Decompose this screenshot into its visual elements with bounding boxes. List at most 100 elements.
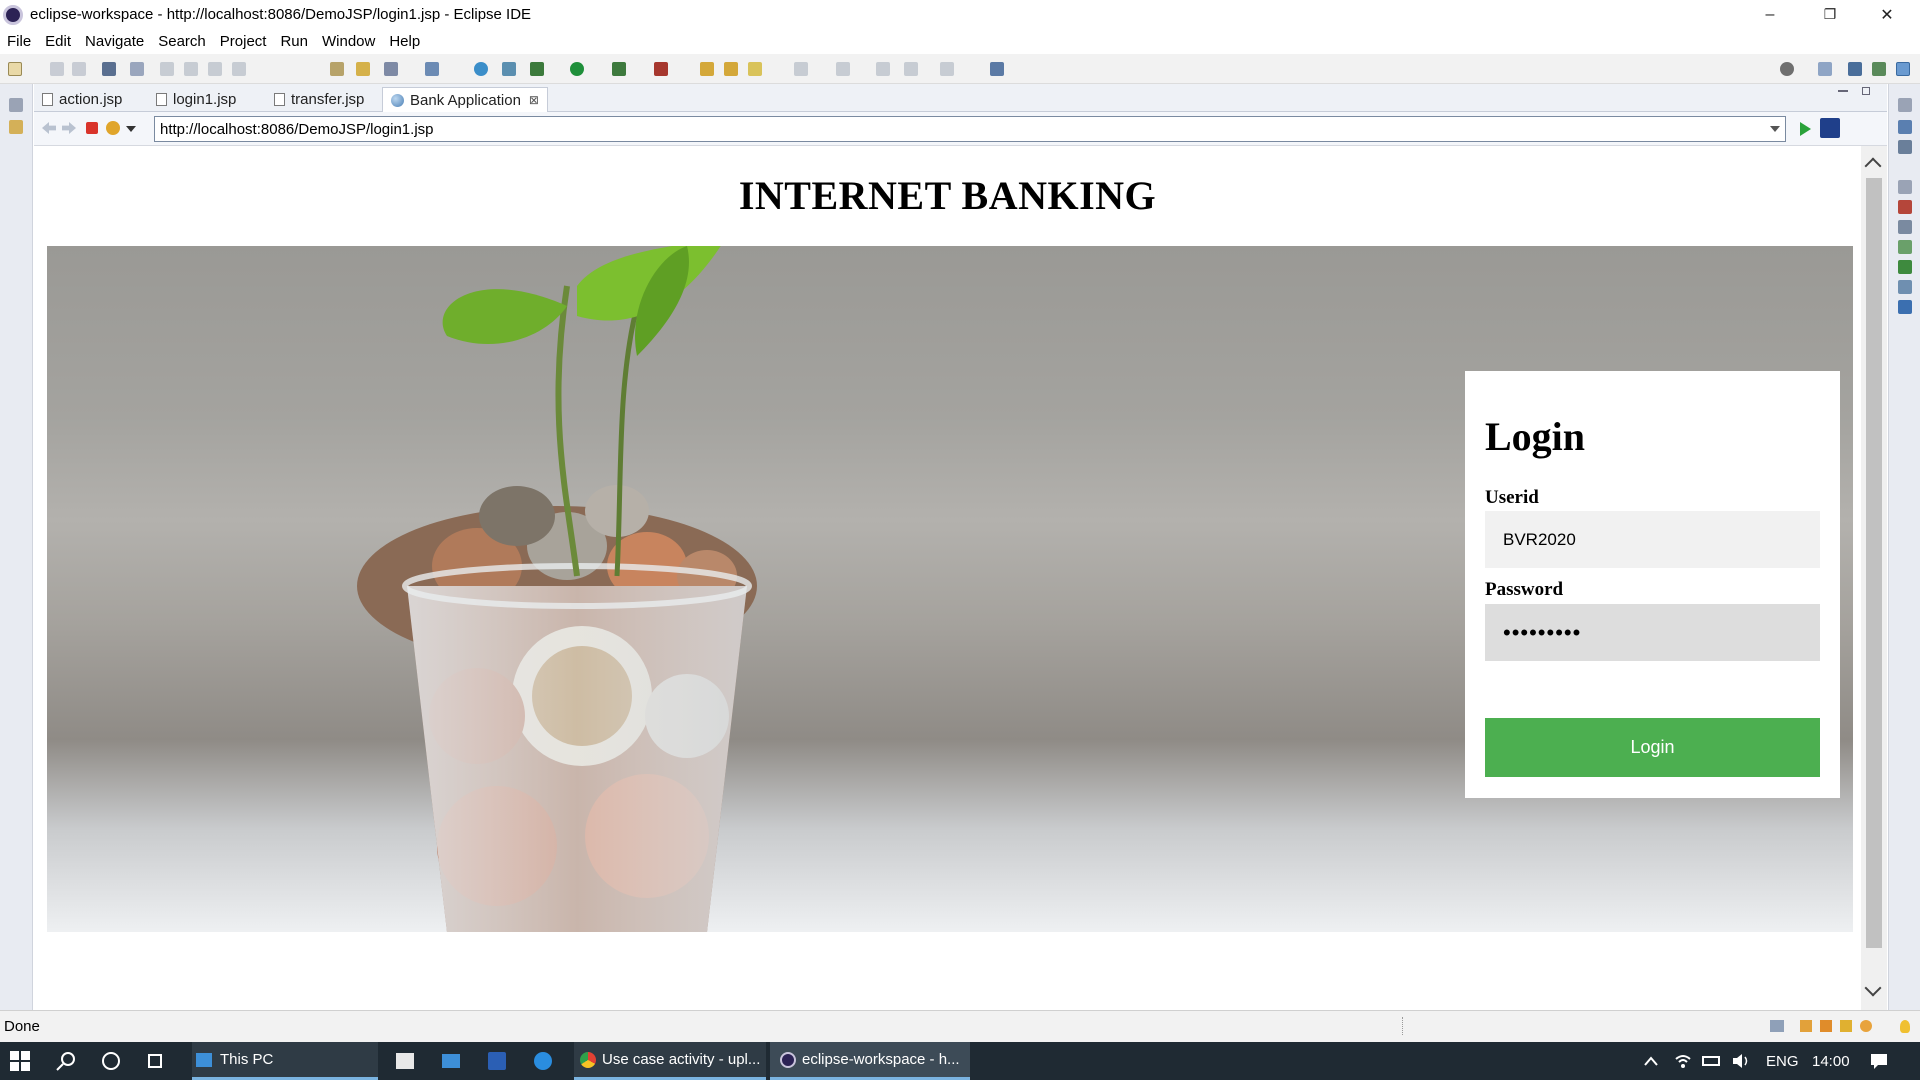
edge-icon[interactable] <box>534 1042 556 1080</box>
tip-bulb-icon[interactable] <box>1900 1020 1910 1033</box>
close-tab-icon[interactable]: ⊠ <box>529 93 539 107</box>
url-input[interactable] <box>154 116 1786 142</box>
clock[interactable]: 14:00 <box>1812 1042 1850 1080</box>
servers-icon[interactable] <box>1898 240 1912 254</box>
last-edit-icon[interactable] <box>876 62 890 76</box>
language-indicator[interactable]: ENG <box>1766 1042 1799 1080</box>
new-server-icon[interactable] <box>425 62 439 76</box>
menu-edit[interactable]: Edit <box>38 33 78 50</box>
skip-breakpoints-icon[interactable] <box>130 62 144 76</box>
notifications-icon[interactable] <box>1870 1042 1890 1080</box>
open-file-icon[interactable] <box>724 62 738 76</box>
chevron-down-icon[interactable] <box>126 126 136 132</box>
previous-annotation-icon[interactable] <box>836 62 850 76</box>
tab-bank-application[interactable]: Bank Application ⊠ <box>382 87 548 112</box>
menu-project[interactable]: Project <box>213 33 274 50</box>
login-button[interactable]: Login <box>1485 718 1820 777</box>
go-icon[interactable] <box>1800 122 1811 136</box>
taskbar-this-pc[interactable]: This PC <box>192 1042 378 1080</box>
terminal-icon[interactable] <box>102 62 116 76</box>
resume-icon[interactable] <box>160 62 174 76</box>
tab-transfer-jsp[interactable]: transfer.jsp <box>266 87 372 112</box>
restore-icon[interactable] <box>1898 98 1912 112</box>
battery-icon[interactable] <box>1702 1042 1722 1080</box>
volume-icon[interactable] <box>1732 1042 1752 1080</box>
hat-icon[interactable] <box>1820 1020 1832 1032</box>
task-view-icon[interactable] <box>145 1042 167 1080</box>
cortana-icon[interactable] <box>101 1042 123 1080</box>
debug-perspective-icon[interactable] <box>1872 62 1886 76</box>
properties-icon[interactable] <box>1898 220 1912 234</box>
back-icon[interactable] <box>904 62 918 76</box>
minimize-view-icon[interactable] <box>1838 90 1848 92</box>
deploy-icon[interactable] <box>502 62 516 76</box>
task-list-icon[interactable] <box>1898 140 1912 154</box>
open-perspective-icon[interactable] <box>1818 62 1832 76</box>
minimize-button[interactable]: – <box>1747 0 1793 29</box>
tab-action-jsp[interactable]: action.jsp <box>34 87 130 112</box>
book-icon[interactable] <box>1800 1020 1812 1032</box>
open-task-icon[interactable] <box>356 62 370 76</box>
close-button[interactable]: ✕ <box>1864 0 1910 29</box>
stop-icon[interactable] <box>86 122 98 134</box>
pencil-icon[interactable] <box>1840 1020 1852 1032</box>
menu-file[interactable]: File <box>0 33 38 50</box>
project-explorer-icon[interactable] <box>9 120 23 134</box>
scrollbar-thumb[interactable] <box>1866 178 1882 948</box>
taskbar-eclipse[interactable]: eclipse-workspace - h... <box>770 1042 970 1080</box>
menu-navigate[interactable]: Navigate <box>78 33 151 50</box>
restore-icon[interactable] <box>9 98 23 112</box>
external-tools-icon[interactable] <box>654 62 668 76</box>
pin-editor-icon[interactable] <box>990 62 1004 76</box>
store-icon[interactable] <box>396 1042 418 1080</box>
scroll-up-icon[interactable] <box>1864 157 1882 175</box>
wifi-icon[interactable] <box>1674 1042 1694 1080</box>
word-icon[interactable] <box>488 1042 510 1080</box>
updates-icon[interactable] <box>1860 1020 1872 1032</box>
taskbar-chrome[interactable]: Use case activity - upl... <box>574 1042 766 1080</box>
disconnect-icon[interactable] <box>232 62 246 76</box>
run-icon[interactable] <box>570 62 584 76</box>
problems-icon[interactable] <box>1898 200 1912 214</box>
data-source-icon[interactable] <box>1898 260 1912 274</box>
terminate-icon[interactable] <box>208 62 222 76</box>
mail-icon[interactable] <box>442 1042 464 1080</box>
menu-run[interactable]: Run <box>273 33 315 50</box>
snippets-icon[interactable] <box>1898 280 1912 294</box>
open-type-icon[interactable] <box>330 62 344 76</box>
web-perspective-icon[interactable] <box>1896 62 1910 76</box>
suspend-icon[interactable] <box>184 62 198 76</box>
menu-search[interactable]: Search <box>151 33 213 50</box>
edit-icon[interactable] <box>748 62 762 76</box>
back-arrow-icon[interactable] <box>42 122 56 134</box>
restore-icon[interactable] <box>1898 180 1912 194</box>
forward-arrow-icon[interactable] <box>62 122 76 134</box>
restore-button[interactable]: ❐ <box>1807 0 1853 29</box>
windows-start-icon[interactable] <box>10 1042 34 1080</box>
chevron-up-icon[interactable] <box>1644 1042 1662 1080</box>
menu-window[interactable]: Window <box>315 33 382 50</box>
maximize-view-icon[interactable] <box>1862 87 1870 95</box>
server-icon[interactable] <box>384 62 398 76</box>
password-input[interactable]: ••••••••• <box>1485 604 1820 661</box>
scroll-down-icon[interactable] <box>1864 979 1882 997</box>
status-view-icon[interactable] <box>1770 1020 1784 1032</box>
forward-icon[interactable] <box>940 62 954 76</box>
save-icon[interactable] <box>50 62 64 76</box>
outline-icon[interactable] <box>1898 120 1912 134</box>
coverage-icon[interactable] <box>612 62 626 76</box>
refresh-icon[interactable] <box>106 121 120 135</box>
new-icon[interactable] <box>8 62 22 76</box>
save-all-icon[interactable] <box>72 62 86 76</box>
web-browser-icon[interactable] <box>474 62 488 76</box>
search-icon[interactable] <box>1780 62 1794 76</box>
tab-login1-jsp[interactable]: login1.jsp <box>148 87 244 112</box>
url-history-chevron-icon[interactable] <box>1770 126 1780 132</box>
userid-input[interactable] <box>1485 511 1820 568</box>
debug-icon[interactable] <box>530 62 544 76</box>
console-icon[interactable] <box>1898 300 1912 314</box>
search-icon[interactable] <box>56 1042 78 1080</box>
java-ee-perspective-icon[interactable] <box>1848 62 1862 76</box>
open-external-browser-icon[interactable] <box>1820 118 1840 138</box>
menu-help[interactable]: Help <box>382 33 427 50</box>
